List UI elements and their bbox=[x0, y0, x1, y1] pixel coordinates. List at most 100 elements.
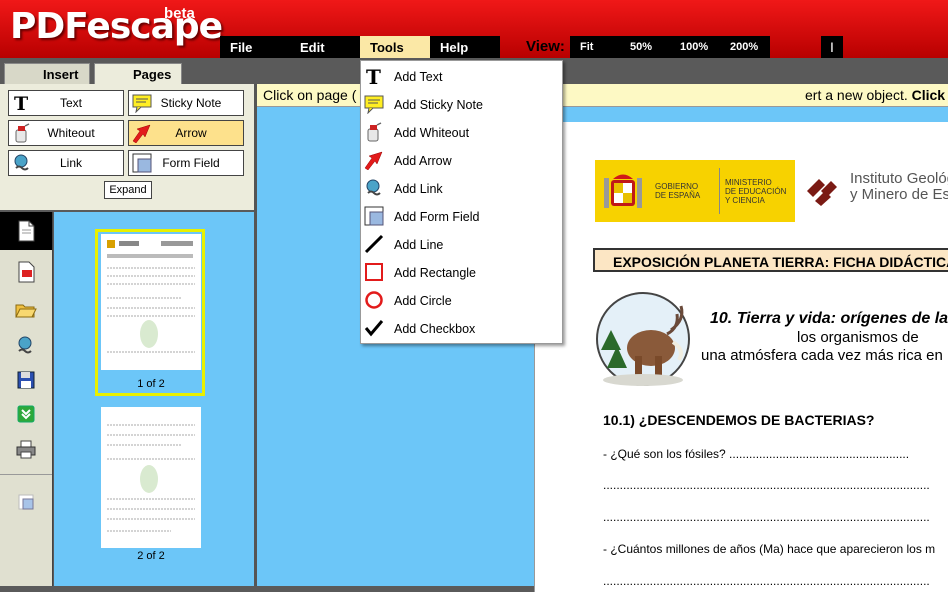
link-icon bbox=[366, 179, 381, 196]
document-answer-line-1: ........................................… bbox=[603, 478, 930, 492]
text-tool-label: Text bbox=[59, 96, 82, 110]
document-line-2: una atmósfera cada vez más rica en bbox=[701, 347, 943, 364]
menu-edit[interactable]: Edit bbox=[300, 36, 325, 58]
sticky-note-tool-button[interactable]: Sticky Note bbox=[128, 90, 244, 116]
link-tool-button[interactable]: Link bbox=[8, 150, 124, 176]
menu-item-add-text[interactable]: T Add Text bbox=[361, 62, 562, 90]
circle-icon bbox=[365, 291, 383, 309]
side-icon-strip bbox=[0, 212, 53, 586]
document-title-bar: EXPOSICIÓN PLANETA TIERRA: FICHA DIDÁCTI… bbox=[593, 248, 948, 272]
menu-item-label: Add Rectangle bbox=[394, 266, 477, 280]
whiteout-icon bbox=[367, 122, 382, 142]
thumbnail-1-content bbox=[107, 240, 195, 353]
expand-button[interactable]: Expand bbox=[104, 181, 152, 199]
page-thumbnail-2[interactable] bbox=[101, 407, 201, 548]
text-tool-button[interactable]: T Text bbox=[8, 90, 124, 116]
menu-item-label: Add Link bbox=[394, 182, 443, 196]
document-question-2: - ¿Cuántos millones de años (Ma) hace qu… bbox=[603, 542, 936, 556]
menu-tools[interactable]: Tools bbox=[360, 36, 430, 58]
mammoth-illustration bbox=[596, 292, 690, 386]
beta-badge: beta bbox=[164, 5, 195, 22]
menu-help[interactable]: Help bbox=[440, 36, 468, 58]
menu-file[interactable]: File bbox=[230, 36, 252, 58]
menu-bar: File Edit Tools Help bbox=[220, 36, 500, 58]
menu-item-add-arrow[interactable]: Add Arrow bbox=[361, 146, 562, 174]
sticky-note-tool-label: Sticky Note bbox=[160, 96, 222, 110]
menu-item-label: Add Text bbox=[394, 70, 443, 84]
igme-logo-icon bbox=[807, 179, 837, 206]
side-divider bbox=[0, 474, 52, 475]
arrow-tool-button[interactable]: Arrow bbox=[128, 120, 244, 146]
print-icon[interactable] bbox=[14, 438, 38, 462]
document-header-logos: GOBIERNO DE ESPAÑA MINISTERIO DE EDUCACIÓN… bbox=[595, 160, 948, 224]
view-200-button[interactable]: 200% bbox=[730, 36, 758, 58]
download-icon[interactable] bbox=[14, 402, 38, 426]
logo-igme-text: Instituto Geológ y Minero de Esp bbox=[850, 170, 948, 203]
logo-ministerio: MINISTERIO DE EDUCACIÓN Y CIENCIA bbox=[725, 178, 787, 205]
menu-item-add-circle[interactable]: Add Circle bbox=[361, 286, 562, 314]
arrow-tool-label: Arrow bbox=[175, 126, 207, 140]
logo-separator bbox=[719, 168, 720, 214]
menu-item-label: Add Circle bbox=[394, 294, 452, 308]
document-heading: 10. Tierra y vida: orígenes de la bbox=[710, 310, 948, 327]
left-tab-strip: Insert Pages bbox=[0, 58, 256, 85]
tab-pages[interactable]: Pages bbox=[94, 63, 182, 85]
checkmark-icon bbox=[364, 320, 384, 337]
text-T-icon: T bbox=[366, 66, 381, 86]
menu-item-add-whiteout[interactable]: Add Whiteout bbox=[361, 118, 562, 146]
thumbnail-view-icon[interactable] bbox=[14, 490, 38, 514]
text-cursor-icon: I bbox=[821, 36, 843, 58]
menu-item-add-link[interactable]: Add Link bbox=[361, 174, 562, 202]
rectangle-icon bbox=[365, 263, 383, 281]
tools-dropdown-menu: T Add Text Add Sticky Note Add Whiteout … bbox=[360, 60, 563, 344]
notice-suffix: ert a new object. bbox=[805, 87, 912, 103]
tab-pages-label: Pages bbox=[133, 67, 172, 82]
red-arrow-icon bbox=[364, 151, 383, 170]
pdf-page-icon[interactable] bbox=[14, 260, 38, 284]
page-thumbnails-panel: 1 of 2 2 of 2 bbox=[54, 212, 254, 586]
link-icon[interactable] bbox=[14, 334, 38, 358]
menu-item-add-form-field[interactable]: Add Form Field bbox=[361, 202, 562, 230]
tab-insert[interactable]: Insert bbox=[4, 63, 90, 85]
menu-item-add-rectangle[interactable]: Add Rectangle bbox=[361, 258, 562, 286]
logo-gobierno: GOBIERNO DE ESPAÑA bbox=[655, 182, 701, 200]
page-thumbnail-1[interactable] bbox=[101, 234, 201, 370]
form-field-tool-button[interactable]: Form Field bbox=[128, 150, 244, 176]
menu-item-add-sticky-note[interactable]: Add Sticky Note bbox=[361, 90, 562, 118]
document-question-1: - ¿Qué son los fósiles? ................… bbox=[603, 447, 910, 461]
view-label: View: bbox=[526, 38, 565, 55]
menu-item-add-line[interactable]: Add Line bbox=[361, 230, 562, 258]
notice-prefix: Click on page ( bbox=[263, 87, 357, 103]
whiteout-tool-label: Whiteout bbox=[47, 126, 95, 140]
save-disk-icon[interactable] bbox=[14, 368, 38, 392]
menu-item-label: Add Sticky Note bbox=[394, 98, 483, 112]
view-100-button[interactable]: 100% bbox=[680, 36, 708, 58]
whiteout-tool-button[interactable]: Whiteout bbox=[8, 120, 124, 146]
thumbnail-2-content bbox=[107, 424, 195, 532]
thumbnail-2-label: 2 of 2 bbox=[137, 550, 165, 562]
document-page[interactable]: GOBIERNO DE ESPAÑA MINISTERIO DE EDUCACIÓN… bbox=[534, 122, 948, 592]
top-bar: PDFescape beta File Edit Tools Help View… bbox=[0, 0, 948, 58]
svg-text:T: T bbox=[366, 66, 381, 86]
form-field-icon bbox=[364, 206, 384, 226]
view-zoom-bar: Fit 50% 100% 200% bbox=[570, 36, 770, 58]
spain-coat-of-arms-icon bbox=[604, 174, 642, 208]
form-field-tool-label: Form Field bbox=[162, 156, 220, 170]
menu-item-label: Add Form Field bbox=[394, 210, 480, 224]
page-icon[interactable] bbox=[14, 219, 38, 243]
menu-item-label: Add Line bbox=[394, 238, 444, 252]
menu-item-label: Add Checkbox bbox=[394, 322, 476, 336]
document-answer-line-2: ........................................… bbox=[603, 510, 930, 524]
sticky-note-icon bbox=[364, 95, 384, 114]
document-section-heading: 10.1) ¿DESCENDEMOS DE BACTERIAS? bbox=[603, 412, 875, 428]
menu-item-add-checkbox[interactable]: Add Checkbox bbox=[361, 314, 562, 342]
view-fit-button[interactable]: Fit bbox=[580, 36, 593, 58]
thumbnail-1-label: 1 of 2 bbox=[137, 378, 165, 390]
view-50-button[interactable]: 50% bbox=[630, 36, 652, 58]
menu-item-label: Add Whiteout bbox=[394, 126, 470, 140]
menu-item-label: Add Arrow bbox=[394, 154, 452, 168]
line-icon bbox=[364, 234, 384, 254]
link-tool-label: Link bbox=[59, 156, 82, 170]
document-line-1: los organismos de bbox=[797, 329, 919, 346]
open-folder-icon[interactable] bbox=[14, 298, 38, 322]
